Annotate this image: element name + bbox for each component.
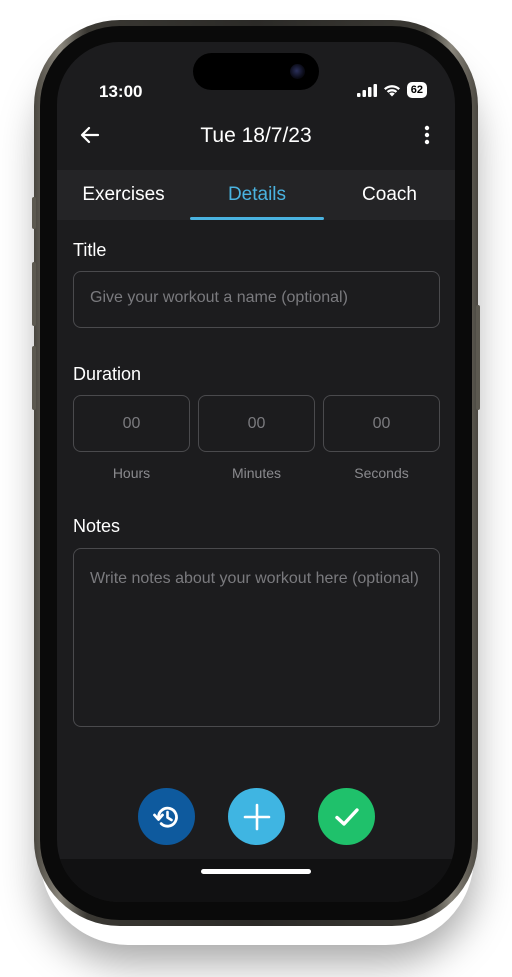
tab-details[interactable]: Details <box>190 184 324 206</box>
confirm-button[interactable] <box>318 788 375 845</box>
title-placeholder: Give your workout a name (optional) <box>90 289 348 306</box>
status-time: 13:00 <box>99 82 143 101</box>
notes-label: Notes <box>73 516 121 536</box>
duration-label: Duration <box>73 364 142 384</box>
seconds-input[interactable]: 00 <box>323 395 440 452</box>
active-tab-indicator <box>190 217 324 220</box>
volume-down-button <box>32 346 36 410</box>
home-indicator-area <box>57 859 455 902</box>
status-indicators: 62 <box>356 82 427 98</box>
minutes-input[interactable]: 00 <box>198 395 315 452</box>
tab-bar: Exercises Details Coach <box>57 170 455 220</box>
wifi-icon <box>383 84 400 96</box>
phone-screen: 13:00 62 Tue 18/7/23 Exercises Details C… <box>57 42 455 902</box>
seconds-caption: Seconds <box>354 465 409 481</box>
battery-indicator: 62 <box>406 82 427 98</box>
add-button[interactable] <box>228 788 285 845</box>
action-button <box>32 197 36 229</box>
check-icon <box>334 807 359 826</box>
plus-icon <box>243 803 270 830</box>
history-icon <box>152 806 178 828</box>
hours-caption: Hours <box>112 465 151 481</box>
cellular-signal-icon <box>356 83 377 97</box>
more-vertical-icon <box>424 125 430 145</box>
notes-textarea[interactable]: Write notes about your workout here (opt… <box>73 548 440 727</box>
notes-placeholder: Write notes about your workout here (opt… <box>90 570 419 587</box>
title-input[interactable]: Give your workout a name (optional) <box>73 271 440 328</box>
app-header: Tue 18/7/23 <box>57 114 455 162</box>
camera-lens <box>290 64 305 79</box>
home-indicator[interactable] <box>201 869 311 874</box>
page-title: Tue 18/7/23 <box>200 124 312 147</box>
more-options-button[interactable] <box>415 120 439 150</box>
minutes-caption: Minutes <box>231 465 282 481</box>
hours-input[interactable]: 00 <box>73 395 190 452</box>
title-label: Title <box>73 240 107 260</box>
history-button[interactable] <box>138 788 195 845</box>
dynamic-island <box>193 53 319 90</box>
power-button <box>476 305 480 410</box>
tab-exercises[interactable]: Exercises <box>57 184 190 206</box>
tab-coach[interactable]: Coach <box>324 184 455 206</box>
volume-up-button <box>32 262 36 326</box>
